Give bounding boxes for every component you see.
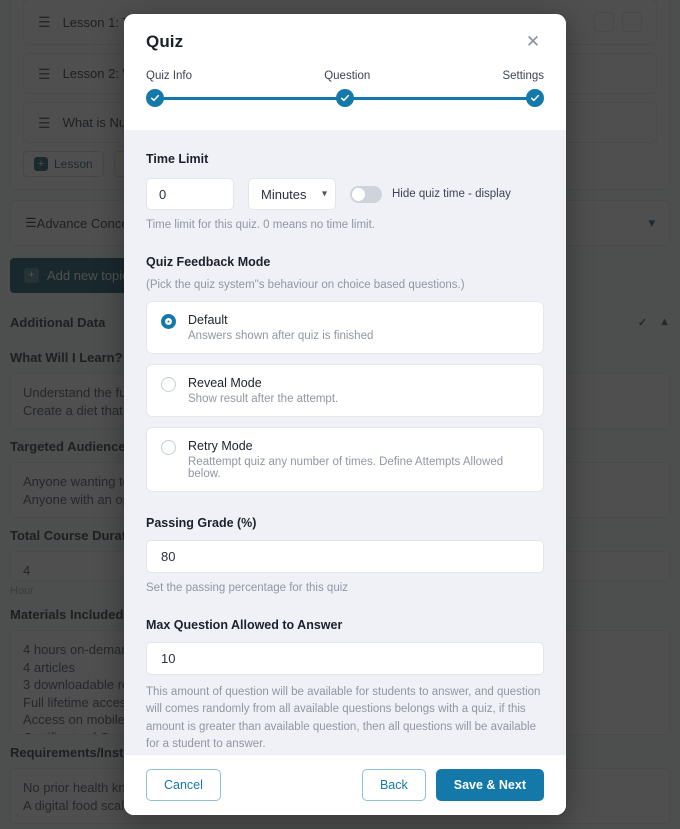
toggle-knob: [352, 187, 365, 201]
passing-grade-hint: Set the passing percentage for this quiz: [146, 582, 349, 594]
stepper-labels: Quiz Info Question Settings: [146, 70, 544, 82]
time-unit-select[interactable]: Minutes ▾: [248, 178, 336, 210]
time-limit-label: Time Limit: [146, 152, 209, 166]
close-icon[interactable]: ✕: [522, 32, 544, 54]
time-unit-value: Minutes: [261, 186, 307, 202]
hide-quiz-time-toggle-wrap[interactable]: Hide quiz time - display: [350, 185, 511, 203]
max-question-label: Max Question Allowed to Answer: [146, 618, 343, 632]
passing-grade-label: Passing Grade (%): [146, 516, 257, 530]
radio-default[interactable]: [161, 314, 176, 329]
footer-right-actions: Back Save & Next: [361, 769, 544, 801]
max-question-hint: This amount of question will be availabl…: [146, 686, 541, 750]
modal-footer: Cancel Back Save & Next: [124, 754, 566, 815]
option-name: Retry Mode: [188, 439, 253, 453]
check-icon: [530, 94, 540, 102]
feedback-mode-label: Quiz Feedback Mode: [146, 255, 271, 269]
quiz-modal: Quiz ✕ Quiz Info Question Settings Time …: [124, 14, 566, 815]
radio-reveal-mode[interactable]: [161, 377, 176, 392]
cancel-button[interactable]: Cancel: [146, 769, 221, 801]
feedback-option-default[interactable]: Default Answers shown after quiz is fini…: [146, 301, 544, 354]
feedback-option-text: Retry Mode Reattempt quiz any number of …: [188, 439, 529, 480]
step-label-settings[interactable]: Settings: [502, 70, 544, 82]
max-question-input[interactable]: [146, 642, 544, 675]
step-dot-quiz-info[interactable]: [146, 89, 164, 107]
passing-grade-input[interactable]: [146, 540, 544, 573]
back-button[interactable]: Back: [361, 769, 426, 801]
time-limit-hint: Time limit for this quiz. 0 means no tim…: [146, 219, 375, 231]
feedback-option-text: Reveal Mode Show result after the attemp…: [188, 376, 338, 405]
option-desc: Answers shown after quiz is finished: [188, 330, 374, 342]
chevron-down-icon: ▾: [321, 188, 327, 200]
step-dot-question[interactable]: [336, 89, 354, 107]
quiz-settings-body: Time Limit Minutes ▾ Hide quiz time - di…: [124, 130, 566, 754]
time-limit-row: Minutes ▾ Hide quiz time - display: [146, 178, 544, 210]
step-label-question[interactable]: Question: [324, 70, 370, 82]
option-desc: Show result after the attempt.: [188, 393, 339, 405]
stepper-track: [146, 88, 544, 108]
feedback-option-text: Default Answers shown after quiz is fini…: [188, 313, 373, 342]
feedback-option-reveal-mode[interactable]: Reveal Mode Show result after the attemp…: [146, 364, 544, 417]
hide-quiz-time-label: Hide quiz time - display: [392, 188, 511, 200]
step-dot-settings[interactable]: [526, 89, 544, 107]
radio-retry-mode[interactable]: [161, 440, 176, 455]
check-icon: [150, 94, 160, 102]
option-name: Reveal Mode: [188, 376, 262, 390]
check-icon: [340, 94, 350, 102]
hide-quiz-time-toggle[interactable]: [350, 185, 382, 203]
time-limit-input[interactable]: [146, 178, 234, 210]
option-desc: Reattempt quiz any number of times. Defi…: [188, 456, 504, 480]
quiz-stepper: Quiz Info Question Settings: [124, 60, 566, 130]
step-label-quiz-info[interactable]: Quiz Info: [146, 70, 192, 82]
feedback-mode-note: (Pick the quiz system"s behaviour on cho…: [146, 279, 465, 291]
save-and-next-button[interactable]: Save & Next: [435, 769, 544, 801]
modal-title: Quiz: [146, 32, 184, 51]
feedback-option-retry-mode[interactable]: Retry Mode Reattempt quiz any number of …: [146, 427, 544, 492]
modal-header: Quiz ✕: [124, 14, 566, 60]
option-name: Default: [188, 313, 228, 327]
